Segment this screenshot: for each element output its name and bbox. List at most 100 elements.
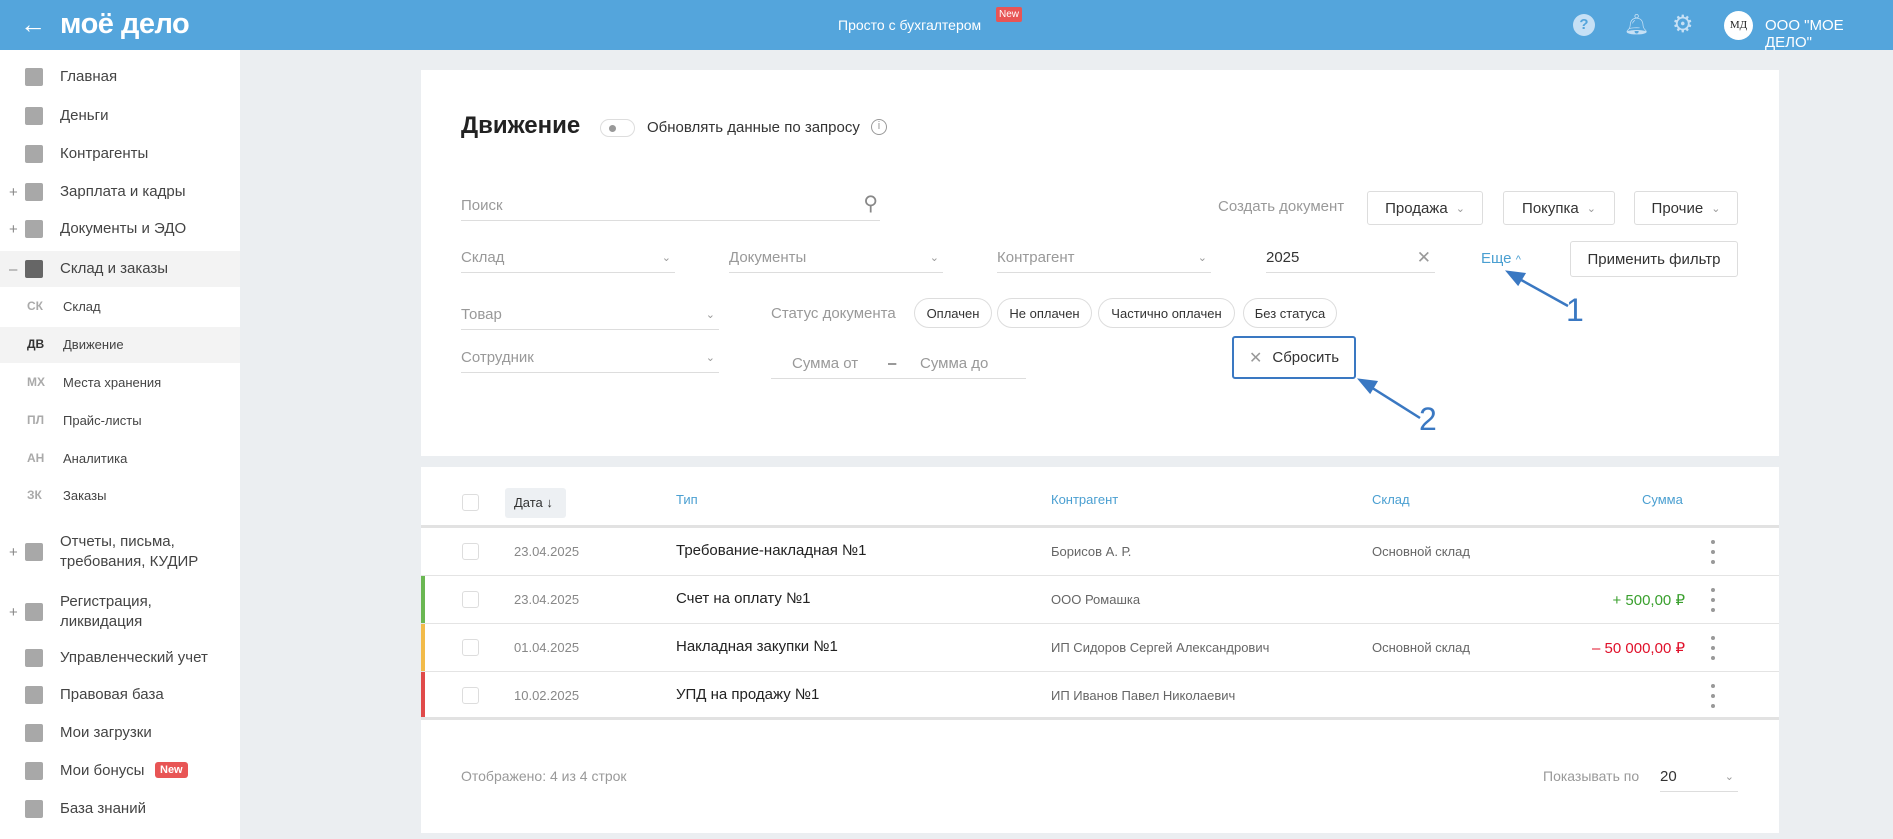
apply-filter-button[interactable]: Применить фильтр — [1570, 241, 1738, 277]
per-page-select[interactable]: 20 ⌄ — [1660, 762, 1738, 792]
info-icon[interactable]: i — [871, 119, 887, 135]
table-row[interactable]: 01.04.2025 Накладная закупки №1 ИП Сидоров… — [421, 624, 1779, 672]
chevron-down-icon: ⌄ — [1724, 771, 1734, 783]
status-bar — [421, 624, 425, 671]
help-icon[interactable]: ? — [1573, 14, 1595, 36]
sidebar-item-management[interactable]: Управленческий учет — [0, 648, 240, 668]
kebab-menu-icon[interactable] — [1711, 540, 1715, 564]
logo[interactable]: моё дело — [60, 8, 190, 41]
wallet-icon — [25, 183, 43, 201]
chevron-down-icon: ⌄ — [705, 352, 715, 364]
bell-icon[interactable]: 🔔︎ — [1624, 12, 1649, 37]
accountant-link[interactable]: Просто с бухгалтером — [838, 17, 981, 33]
contragent-select[interactable]: Контрагент ⌄ — [997, 243, 1211, 273]
sidebar-item-registration[interactable]: + Регистрация, ликвидация — [0, 590, 240, 634]
tovar-select[interactable]: Товар ⌄ — [461, 300, 719, 330]
kebab-menu-icon[interactable] — [1711, 684, 1715, 708]
period-input[interactable]: 2025 ✕ — [1266, 243, 1435, 273]
column-header-sklad[interactable]: Склад — [1372, 492, 1410, 507]
status-label: Статус документа — [771, 305, 896, 322]
sidebar-item-money[interactable]: Деньги — [0, 106, 240, 126]
chevron-up-icon: ^ — [1515, 254, 1521, 266]
chevron-down-icon: ⌄ — [661, 252, 671, 264]
table-row[interactable]: 10.02.2025 УПД на продажу №1 ИП Иванов Пав… — [421, 672, 1779, 720]
folder-icon — [25, 220, 43, 238]
new-badge: New — [996, 7, 1023, 22]
row-checkbox[interactable] — [462, 543, 479, 560]
table-row[interactable]: 23.04.2025 Счет на оплату №1 ООО Ромашка + … — [421, 576, 1779, 624]
status-chip-paid[interactable]: Оплачен — [914, 298, 992, 328]
new-badge: New — [155, 762, 188, 778]
sklad-select[interactable]: Склад ⌄ — [461, 243, 675, 273]
search-input[interactable]: Поиск ⚲ — [461, 191, 880, 221]
ruble-icon — [25, 649, 43, 667]
close-icon: ✕ — [1248, 349, 1263, 367]
sum-range[interactable]: Сумма от – Сумма до — [771, 349, 1026, 379]
sidebar-item-knowledge[interactable]: База знаний — [0, 799, 240, 819]
employee-select[interactable]: Сотрудник ⌄ — [461, 343, 719, 373]
sidebar-item-legal[interactable]: Правовая база — [0, 685, 240, 705]
sidebar-sub-movement[interactable]: ДВ Движение — [0, 327, 240, 363]
table-row[interactable]: 23.04.2025 Требование-накладная №1 Борисов… — [421, 528, 1779, 576]
select-all-checkbox[interactable] — [462, 494, 479, 511]
status-chip-none[interactable]: Без статуса — [1243, 298, 1337, 328]
more-filters-link[interactable]: Еще ^ — [1481, 250, 1521, 267]
column-header-type[interactable]: Тип — [676, 492, 698, 507]
avatar[interactable]: МД — [1724, 11, 1753, 40]
refresh-toggle[interactable] — [600, 119, 635, 137]
registration-icon — [25, 603, 43, 621]
sidebar-sub-pricelists[interactable]: ПЛ Прайс-листы — [0, 403, 240, 439]
status-bar — [421, 576, 425, 623]
sidebar-item-salary[interactable]: + Зарплата и кадры — [0, 182, 240, 202]
sidebar-item-reports[interactable]: + Отчеты, письма, требования, КУДИР — [0, 530, 240, 574]
column-header-sum[interactable]: Сумма — [1642, 492, 1683, 507]
report-icon — [25, 543, 43, 561]
folder-icon — [25, 724, 43, 742]
sum-to-input[interactable]: Сумма до — [920, 349, 988, 379]
sidebar-item-main[interactable]: Главная — [0, 67, 240, 87]
sum-dash: – — [888, 355, 897, 372]
sum-from-input[interactable]: Сумма от — [792, 349, 858, 379]
rows-count: Отображено: 4 из 4 строк — [461, 768, 627, 784]
back-arrow-icon[interactable]: ← — [20, 9, 46, 40]
chevron-down-icon: ⌄ — [929, 252, 939, 264]
sale-button[interactable]: Продажа ⌄ — [1367, 191, 1483, 225]
chevron-down-icon: ⌄ — [1711, 202, 1721, 215]
home-icon — [25, 68, 43, 86]
briefcase-icon — [25, 686, 43, 704]
status-bar — [421, 672, 425, 717]
sidebar-item-warehouse[interactable]: – Склад и заказы — [0, 251, 240, 287]
chevron-down-icon: ⌄ — [705, 309, 715, 321]
status-chip-unpaid[interactable]: Не оплачен — [997, 298, 1092, 328]
other-button[interactable]: Прочие ⌄ — [1634, 191, 1738, 225]
sidebar-sub-orders[interactable]: ЗК Заказы — [0, 478, 240, 514]
column-header-contragent[interactable]: Контрагент — [1051, 492, 1118, 507]
sidebar-item-uploads[interactable]: Мои загрузки — [0, 723, 240, 743]
clear-icon[interactable]: ✕ — [1417, 243, 1431, 273]
kebab-menu-icon[interactable] — [1711, 636, 1715, 660]
gift-icon — [25, 762, 43, 780]
chevron-down-icon: ⌄ — [1455, 202, 1465, 215]
person-icon — [25, 145, 43, 163]
money-icon — [25, 107, 43, 125]
status-chip-partial[interactable]: Частично оплачен — [1098, 298, 1235, 328]
documents-select[interactable]: Документы ⌄ — [729, 243, 943, 273]
sidebar-item-contragents[interactable]: Контрагенты — [0, 144, 240, 164]
sidebar-item-documents[interactable]: + Документы и ЭДО — [0, 219, 240, 239]
sidebar-sub-sklad[interactable]: СК Склад — [0, 289, 240, 325]
sidebar-sub-analytics[interactable]: АН Аналитика — [0, 441, 240, 477]
column-header-date[interactable]: Дата ↓ — [505, 488, 566, 518]
row-checkbox[interactable] — [462, 591, 479, 608]
company-name[interactable]: ООО "МОЕ ДЕЛО" — [1765, 17, 1893, 51]
kebab-menu-icon[interactable] — [1711, 588, 1715, 612]
top-header: ← моё дело Просто с бухгалтером New ? 🔔︎… — [0, 0, 1893, 51]
row-checkbox[interactable] — [462, 687, 479, 704]
sidebar-sub-storage[interactable]: МХ Места хранения — [0, 365, 240, 401]
row-checkbox[interactable] — [462, 639, 479, 656]
gear-icon[interactable]: ⚙ — [1672, 10, 1694, 39]
purchase-button[interactable]: Покупка ⌄ — [1503, 191, 1615, 225]
sidebar-item-bonuses[interactable]: Мои бонусы New — [0, 761, 240, 781]
reset-button[interactable]: ✕ Сбросить — [1232, 336, 1356, 379]
page-title: Движение — [461, 112, 581, 139]
search-icon[interactable]: ⚲ — [863, 189, 878, 219]
